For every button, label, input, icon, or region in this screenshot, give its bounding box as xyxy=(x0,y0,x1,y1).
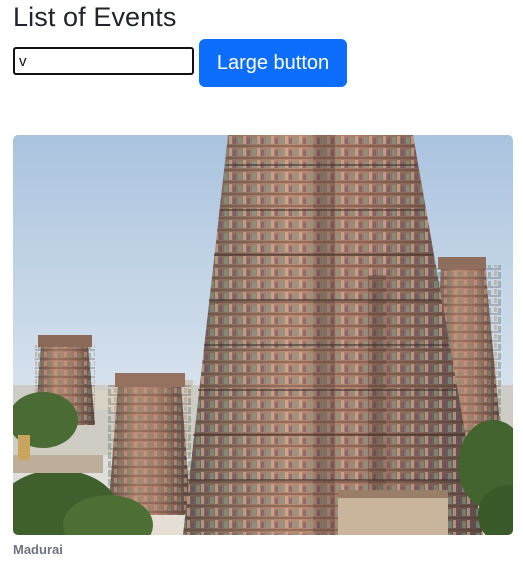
large-button[interactable]: Large button xyxy=(199,39,347,87)
event-caption: Madurai xyxy=(13,542,63,557)
event-image xyxy=(13,135,513,535)
page-title: List of Events xyxy=(13,2,177,32)
page-root: List of Events Large button xyxy=(0,0,523,575)
search-input[interactable] xyxy=(13,47,194,75)
temple-photo xyxy=(13,135,513,535)
